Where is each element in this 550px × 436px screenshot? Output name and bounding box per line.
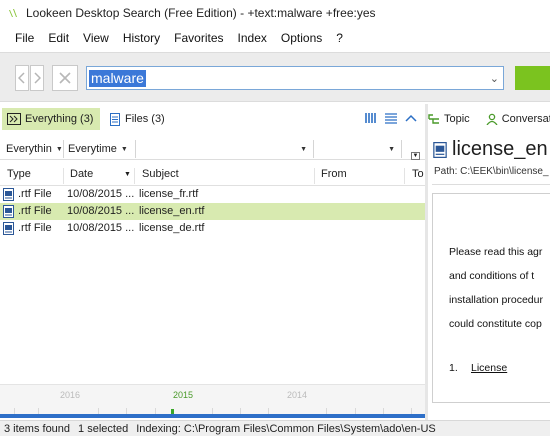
timeline-bar[interactable]: 2016 2015 2014	[0, 384, 425, 418]
menu-options[interactable]: Options	[274, 31, 329, 45]
date-filter-value: Everytime	[68, 143, 117, 155]
search-button[interactable]	[515, 66, 550, 90]
sort-down-icon: ▼	[124, 171, 131, 178]
file-icon	[110, 112, 120, 126]
scope-filter-dropdown[interactable]: Everythin ▼	[6, 140, 64, 158]
forward-button[interactable]	[30, 65, 44, 91]
filter-expand-icon[interactable]: ▼	[411, 152, 420, 160]
result-tabs: Everything (3) Files (3)	[0, 106, 425, 132]
cell-subject: license_fr.rtf	[139, 188, 199, 200]
tab-topic[interactable]: Topic	[428, 113, 478, 125]
tab-topic-label: Topic	[444, 113, 470, 125]
window-title: Lookeen Desktop Search (Free Edition) - …	[26, 6, 376, 20]
preview-list-number: 1.	[449, 362, 458, 374]
tab-files[interactable]: Files (3)	[104, 108, 174, 130]
title-bar: Lookeen Desktop Search (Free Edition) - …	[0, 0, 550, 26]
cell-date: 10/08/2015 ...	[67, 222, 135, 234]
tab-everything[interactable]: Everything (3)	[2, 108, 100, 130]
menu-help[interactable]: ?	[329, 31, 350, 45]
preview-list-heading: License	[471, 362, 508, 374]
search-input[interactable]: malware ⌄	[86, 66, 504, 90]
chevron-down-icon: ▼	[55, 145, 63, 153]
tab-conversation-label: Conversatio	[501, 113, 550, 125]
preview-path: Path: C:\EEK\bin\license_	[434, 166, 549, 177]
chevron-down-icon: ▼	[300, 145, 307, 153]
person-icon	[486, 113, 498, 125]
from-filter-dropdown[interactable]: ▼	[138, 140, 314, 158]
column-header-row: Type Date ▼ Subject From To	[0, 164, 425, 186]
rtf-document-icon	[433, 142, 447, 158]
collapse-up-icon[interactable]	[405, 112, 417, 124]
menu-history[interactable]: History	[116, 31, 167, 45]
status-found: 3 items found	[4, 422, 71, 435]
filter-bar: Everythin ▼ Everytime ▼ ▼ ▼ ▼	[0, 138, 425, 160]
menu-favorites[interactable]: Favorites	[167, 31, 230, 45]
timeline-year[interactable]: 2014	[287, 390, 307, 400]
close-icon	[59, 72, 71, 84]
chevron-left-icon	[18, 72, 25, 84]
preview-text-line: could constitute cop	[449, 318, 542, 330]
preview-pane: license_en Path: C:\EEK\bin\license_ Ple…	[428, 134, 550, 420]
menu-edit[interactable]: Edit	[41, 31, 76, 45]
tab-everything-label: Everything (3)	[25, 113, 94, 125]
table-row[interactable]: .rtf File 10/08/2015 ... license_en.rtf	[0, 203, 425, 220]
preview-text-line: and conditions of t	[449, 270, 535, 282]
clear-search-button[interactable]	[52, 65, 78, 91]
list-view-icon[interactable]	[385, 112, 397, 124]
cell-type: .rtf File	[18, 188, 52, 200]
status-indexing: Indexing: C:\Program Files\Common Files\…	[136, 422, 436, 435]
chevron-down-icon: ▼	[388, 145, 395, 153]
cell-date: 10/08/2015 ...	[67, 205, 135, 217]
to-filter-dropdown[interactable]: ▼	[318, 140, 402, 158]
chevron-down-icon[interactable]: ⌄	[490, 72, 499, 85]
document-page: Please read this agr and conditions of t…	[432, 193, 550, 403]
rtf-document-icon	[3, 205, 14, 218]
cell-subject: license_en.rtf	[139, 205, 205, 217]
cell-subject: license_de.rtf	[139, 222, 205, 234]
search-toolbar: malware ⌄	[0, 52, 550, 102]
rtf-document-icon	[3, 188, 14, 201]
topic-icon	[428, 114, 439, 124]
results-list: .rtf File 10/08/2015 ... license_fr.rtf …	[0, 186, 425, 237]
chevron-right-icon	[34, 72, 41, 84]
preview-title: license_en	[452, 138, 548, 160]
status-selected: 1 selected	[78, 422, 129, 435]
menu-view[interactable]: View	[76, 31, 116, 45]
cell-date: 10/08/2015 ...	[67, 188, 135, 200]
column-from[interactable]: From	[321, 168, 405, 184]
column-subject[interactable]: Subject	[142, 168, 315, 184]
search-query-text: malware	[89, 70, 146, 87]
tab-files-label: Files (3)	[125, 113, 165, 125]
cell-type: .rtf File	[18, 205, 52, 217]
menu-index[interactable]: Index	[231, 31, 274, 45]
timeline-year-current[interactable]: 2015	[173, 390, 193, 400]
tab-conversation[interactable]: Conversatio	[486, 113, 550, 125]
table-row[interactable]: .rtf File 10/08/2015 ... license_de.rtf	[0, 220, 425, 237]
column-to[interactable]: To	[412, 168, 425, 184]
preview-text-line: Please read this agr	[449, 246, 543, 258]
preview-document[interactable]: Please read this agr and conditions of t…	[432, 184, 550, 420]
column-type[interactable]: Type	[7, 168, 64, 184]
timeline-year[interactable]: 2016	[60, 390, 80, 400]
preview-tabs: Topic Conversatio	[428, 106, 550, 132]
scope-filter-value: Everythin	[6, 143, 52, 155]
rtf-document-icon	[3, 222, 14, 235]
status-bar: 3 items found 1 selected Indexing: C:\Pr…	[0, 420, 550, 436]
table-row[interactable]: .rtf File 10/08/2015 ... license_fr.rtf	[0, 186, 425, 203]
app-logo-icon	[9, 9, 17, 17]
all-results-icon	[7, 113, 21, 125]
menu-bar: File Edit View History Favorites Index O…	[0, 28, 550, 48]
chevron-down-icon: ▼	[120, 145, 128, 153]
menu-file[interactable]: File	[0, 31, 41, 45]
back-button[interactable]	[15, 65, 29, 91]
timeline-scroll-track[interactable]	[0, 414, 425, 418]
columns-view-icon[interactable]	[365, 112, 377, 124]
preview-text-line: installation procedur	[449, 294, 543, 306]
date-filter-dropdown[interactable]: Everytime ▼	[68, 140, 136, 158]
cell-type: .rtf File	[18, 222, 52, 234]
